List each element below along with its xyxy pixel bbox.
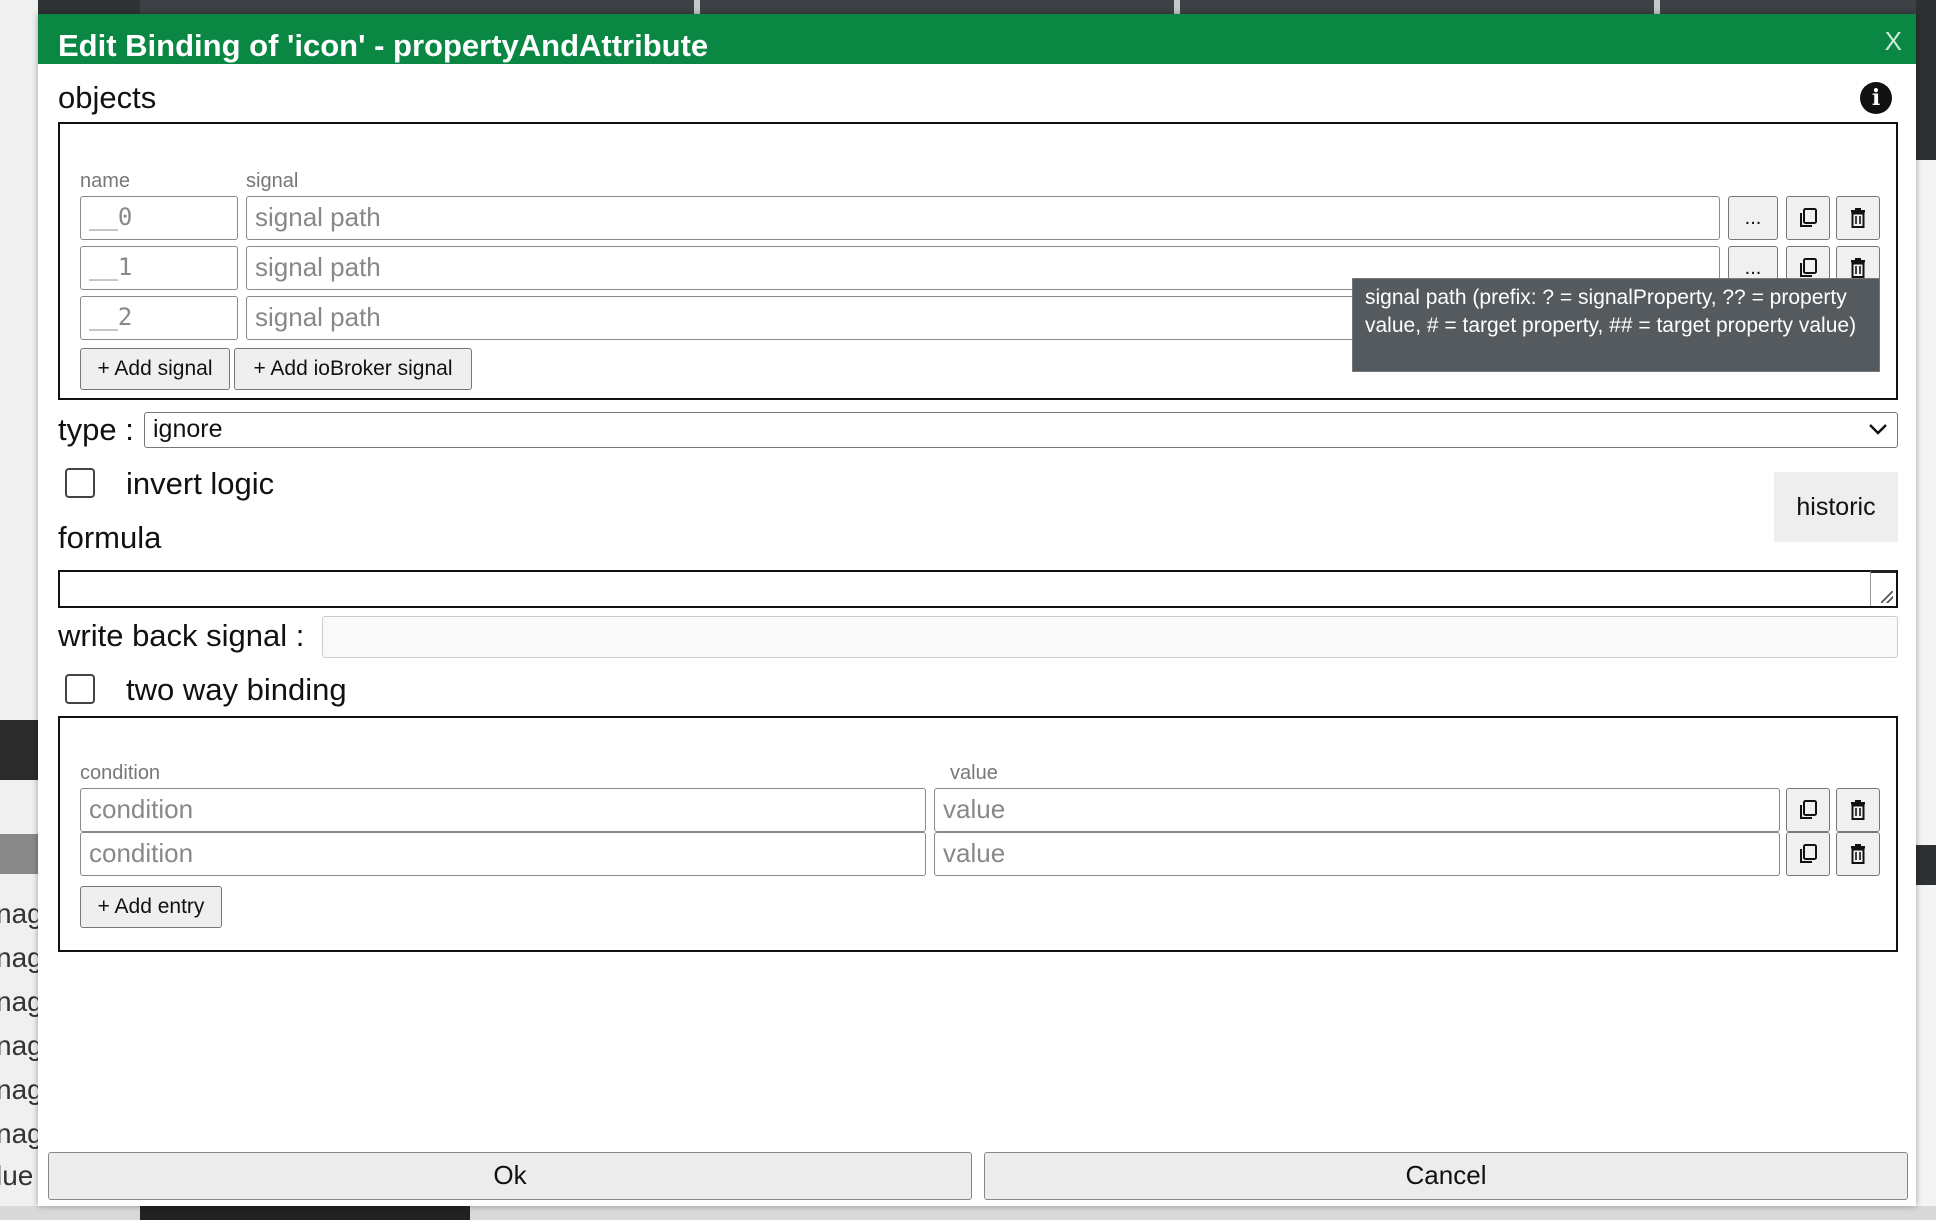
trash-icon xyxy=(1851,208,1865,228)
copy-entry-button[interactable] xyxy=(1786,832,1830,876)
copy-icon xyxy=(1800,800,1817,819)
background-toolbar-segment xyxy=(140,0,700,14)
write-back-signal-label: write back signal : xyxy=(58,618,305,653)
signal-name-input[interactable]: __1 xyxy=(80,246,238,290)
dialog-title: Edit Binding of 'icon' - propertyAndAttr… xyxy=(58,28,709,63)
write-back-signal-input[interactable] xyxy=(322,616,1898,658)
signal-name-input[interactable]: __2 xyxy=(80,296,238,340)
formula-label: formula xyxy=(58,520,162,555)
background-dark-bar xyxy=(140,1206,470,1220)
objects-label: objects xyxy=(58,80,157,115)
signal-path-input[interactable]: signal path xyxy=(246,196,1720,240)
background-toolbar-segment xyxy=(700,0,1180,14)
background-list-item: nag xyxy=(0,942,43,973)
info-icon[interactable]: i xyxy=(1860,82,1892,114)
conditions-panel: condition value condition value conditio… xyxy=(58,716,1898,952)
background-left-panel: nag nag nag nag nag nag lue xyxy=(0,0,43,1220)
add-iobroker-signal-button[interactable]: + Add ioBroker signal xyxy=(234,348,472,390)
copy-entry-button[interactable] xyxy=(1786,788,1830,832)
background-right-panel xyxy=(1916,0,1936,1220)
delete-entry-button[interactable] xyxy=(1836,832,1880,876)
two-way-binding-label: two way binding xyxy=(126,672,347,707)
value-input[interactable]: value xyxy=(934,832,1780,876)
background-list-item: nag xyxy=(0,1074,43,1105)
condition-input[interactable]: condition xyxy=(80,832,926,876)
type-selected-value: ignore xyxy=(153,415,223,443)
invert-logic-checkbox[interactable] xyxy=(65,468,95,498)
add-signal-button[interactable]: + Add signal xyxy=(80,348,230,390)
background-list-item: nag xyxy=(0,898,43,929)
value-column-label: value xyxy=(950,762,998,784)
copy-icon xyxy=(1800,844,1817,863)
background-dark-bar xyxy=(1916,0,1936,160)
background-bottom-bar xyxy=(0,1206,1936,1220)
condition-input[interactable]: condition xyxy=(80,788,926,832)
type-select[interactable]: ignore xyxy=(144,412,1898,448)
trash-icon xyxy=(1851,258,1865,278)
background-dark-bar xyxy=(1916,845,1936,885)
value-input[interactable]: value xyxy=(934,788,1780,832)
browse-signal-button[interactable]: ... xyxy=(1728,196,1778,240)
copy-icon xyxy=(1800,208,1817,227)
delete-signal-button[interactable] xyxy=(1836,196,1880,240)
two-way-binding-checkbox[interactable] xyxy=(65,674,95,704)
ok-button[interactable]: Ok xyxy=(48,1152,972,1200)
background-list-item: nag xyxy=(0,1030,43,1061)
copy-icon xyxy=(1800,258,1817,277)
trash-icon xyxy=(1851,800,1865,820)
background-list-item: nag xyxy=(0,1118,43,1149)
close-button[interactable]: X xyxy=(1885,26,1902,57)
edit-binding-dialog: Edit Binding of 'icon' - propertyAndAttr… xyxy=(38,14,1916,1206)
background-gray-bar xyxy=(0,834,38,874)
background-list-item: nag xyxy=(0,986,43,1017)
background-list-item: lue xyxy=(0,1160,34,1191)
background-toolbar-segment xyxy=(1660,0,1936,14)
signal-column-label: signal xyxy=(246,170,299,192)
historic-button[interactable]: historic xyxy=(1774,472,1898,542)
formula-textarea[interactable] xyxy=(58,570,1898,608)
dialog-titlebar: Edit Binding of 'icon' - propertyAndAttr… xyxy=(38,14,1916,64)
name-column-label: name xyxy=(80,170,131,192)
background-toolbar xyxy=(0,0,1936,14)
condition-column-label: condition xyxy=(80,762,161,784)
resize-handle-icon[interactable] xyxy=(1870,570,1896,606)
signal-name-input[interactable]: __0 xyxy=(80,196,238,240)
invert-logic-label: invert logic xyxy=(126,466,275,501)
chevron-down-icon xyxy=(1867,413,1889,455)
add-entry-button[interactable]: + Add entry xyxy=(80,886,222,928)
type-label: type : xyxy=(58,412,134,447)
signal-path-tooltip: signal path (prefix: ? = signalProperty,… xyxy=(1352,278,1880,372)
background-dark-bar xyxy=(0,720,38,780)
trash-icon xyxy=(1851,844,1865,864)
delete-entry-button[interactable] xyxy=(1836,788,1880,832)
background-toolbar-segment xyxy=(1180,0,1660,14)
copy-signal-button[interactable] xyxy=(1786,196,1830,240)
cancel-button[interactable]: Cancel xyxy=(984,1152,1908,1200)
